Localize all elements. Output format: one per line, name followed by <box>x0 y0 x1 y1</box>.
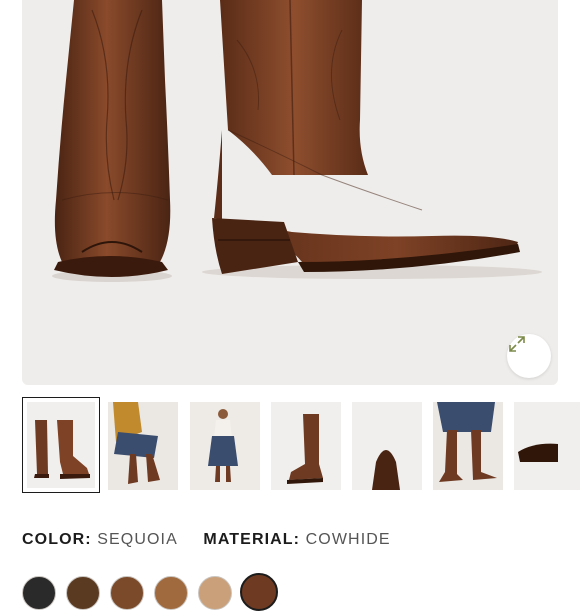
thumbnail-image <box>27 402 95 488</box>
thumbnail-3[interactable] <box>190 402 260 490</box>
color-swatch-4[interactable] <box>154 576 188 610</box>
thumbnail-2[interactable] <box>108 402 178 490</box>
single-boot-thumb <box>287 414 323 484</box>
model-seated-thumb <box>108 402 178 490</box>
thumbnail-strip <box>22 397 580 497</box>
thumbnail-4[interactable] <box>271 402 341 490</box>
expand-image-button[interactable] <box>507 334 551 378</box>
material-label: MATERIAL: <box>203 531 301 548</box>
color-swatch-5[interactable] <box>198 576 232 610</box>
material-value: COWHIDE <box>305 531 391 548</box>
color-swatch-1[interactable] <box>22 576 56 610</box>
color-label: COLOR: <box>22 531 92 548</box>
thumbnail-1[interactable] <box>22 397 100 493</box>
color-swatch-2[interactable] <box>66 576 100 610</box>
color-swatch-3[interactable] <box>110 576 144 610</box>
heel-detail-thumb <box>518 443 558 462</box>
model-legs-thumb <box>433 402 503 490</box>
thumbnail-7[interactable] <box>514 402 580 490</box>
product-hero-image[interactable] <box>22 0 558 385</box>
model-standing-thumb <box>190 402 260 490</box>
toe-closeup-thumb <box>372 450 400 490</box>
product-specs: COLOR: SEQUOIA MATERIAL: COWHIDE <box>22 531 411 549</box>
color-swatch-row <box>22 572 580 611</box>
color-swatch-selected[interactable] <box>240 573 278 611</box>
boots-photo <box>52 0 542 282</box>
thumbnail-6[interactable] <box>433 402 503 490</box>
boots-pair-thumb <box>34 420 90 479</box>
color-value: SEQUOIA <box>97 531 178 548</box>
thumbnail-5[interactable] <box>352 402 422 490</box>
